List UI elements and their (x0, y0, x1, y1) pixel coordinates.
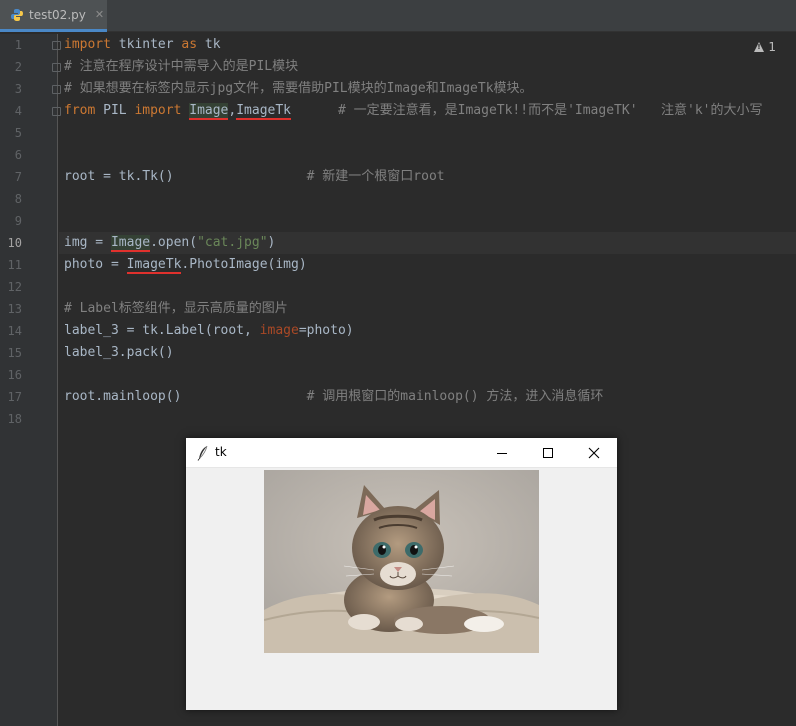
code-line-11: photo = ImageTk.PhotoImage(img) (64, 254, 307, 276)
identifier: tkinter (110, 37, 182, 52)
imagetk-identifier-underlined: ImageTk (126, 257, 182, 274)
keyword: import (64, 37, 111, 52)
editor-tab-bar: test02.py ✕ (0, 0, 796, 32)
inline-comment: # 新建一个根窗口root (306, 169, 445, 184)
maximize-icon (543, 448, 553, 458)
inline-comment: # 调用根窗口的mainloop() 方法，进入消息循环 (306, 389, 604, 404)
line-number: 14 (7, 324, 22, 338)
code-line-14: label_3 = tk.Label(root, image=photo) (64, 320, 354, 342)
line-number: 16 (7, 368, 22, 382)
inspection-warning-indicator[interactable]: 1 (754, 40, 776, 54)
line-number: 7 (14, 170, 22, 184)
statement: photo = (64, 257, 127, 272)
statement: root = tk.Tk() (64, 169, 174, 184)
code-line-15: label_3.pack() (64, 345, 174, 360)
keyword: as (181, 37, 198, 52)
line-number-current: 10 (7, 236, 22, 250)
code-line-2: # 注意在程序设计中需导入的是PIL模块 (64, 59, 299, 74)
fold-marker-icon[interactable] (52, 41, 61, 50)
fold-marker-icon[interactable] (52, 63, 61, 72)
fold-marker-icon[interactable] (52, 85, 61, 94)
line-number: 4 (14, 104, 22, 118)
string-literal: "cat.jpg" (197, 235, 268, 250)
line-number: 6 (14, 148, 22, 162)
line-number: 11 (7, 258, 22, 272)
minimize-icon (497, 452, 507, 454)
tab-test02-py[interactable]: test02.py ✕ (0, 0, 107, 32)
line-number: 18 (7, 412, 22, 426)
tab-label: test02.py (29, 7, 86, 22)
image-identifier-underlined: Image (110, 235, 151, 252)
code-line-1: import tkinter as tk (64, 34, 221, 56)
keyword-argument: image (259, 323, 299, 338)
tk-window[interactable]: tk (186, 438, 617, 710)
statement: =photo) (298, 323, 354, 338)
line-number: 5 (14, 126, 22, 140)
tk-titlebar[interactable]: tk (186, 438, 617, 468)
tab-close-icon[interactable]: ✕ (95, 8, 104, 21)
imagetk-identifier-underlined: ImageTk (236, 103, 292, 120)
line-number: 1 (14, 38, 22, 52)
code-line-7: root = tk.Tk() # 新建一个根窗口root (64, 166, 445, 188)
identifier: tk (197, 37, 221, 52)
warning-icon (754, 42, 765, 52)
warning-count: 1 (768, 40, 776, 54)
statement: label_3 = tk.Label(root, (64, 323, 260, 338)
line-number: 15 (7, 346, 22, 360)
line-number: 17 (7, 390, 22, 404)
maximize-button[interactable] (525, 438, 571, 468)
tk-window-title: tk (215, 445, 227, 459)
keyword: from (64, 103, 96, 118)
inline-comment: # 一定要注意看，是ImageTk!!而不是'ImageTK' 注意'k'的大小… (337, 103, 763, 118)
statement: .PhotoImage(img) (181, 257, 307, 272)
close-button[interactable] (571, 438, 617, 468)
fold-marker-icon[interactable] (52, 107, 61, 116)
tk-feather-icon (197, 445, 208, 461)
kitten-photo (264, 470, 539, 653)
line-number-gutter: 1 2 3 4 5 6 7 8 9 10 11 12 13 14 15 16 1… (0, 34, 61, 726)
code-line-10: img = Image.open("cat.jpg") (64, 232, 275, 254)
statement: ) (267, 235, 276, 250)
statement: root.mainloop() (64, 389, 182, 404)
identifier: PIL (95, 103, 135, 118)
code-line-13: # Label标签组件，显示高质量的图片 (64, 301, 288, 316)
minimize-button[interactable] (479, 438, 525, 468)
code-line-3: # 如果想要在标签内显示jpg文件，需要借助PIL模块的Image和ImageT… (64, 81, 533, 96)
line-number: 13 (7, 302, 22, 316)
statement: .open( (150, 235, 198, 250)
image-identifier-underlined: Image (189, 103, 229, 120)
line-number: 3 (14, 82, 22, 96)
code-line-17: root.mainloop() # 调用根窗口的mainloop() 方法，进入… (64, 386, 603, 408)
line-number: 2 (14, 60, 22, 74)
statement: img = (64, 235, 111, 250)
python-file-icon (11, 8, 23, 21)
close-icon (588, 447, 600, 459)
line-number: 9 (14, 214, 22, 228)
line-number: 12 (7, 280, 22, 294)
line-number: 8 (14, 192, 22, 206)
code-line-4: from PIL import Image,ImageTk # 一定要注意看，是… (64, 100, 762, 122)
keyword: import (134, 103, 182, 118)
